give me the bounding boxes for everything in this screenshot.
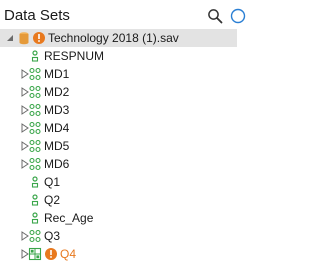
- variable-icon: [31, 50, 39, 62]
- multi-response-set-icon: [29, 103, 41, 117]
- warning-icon: [45, 248, 57, 260]
- warning-icon: [33, 32, 45, 44]
- dataset-name: Technology 2018 (1).sav: [48, 31, 179, 45]
- multi-response-set-icon: [29, 229, 41, 243]
- multi-response-set-icon: [29, 121, 41, 135]
- panel-title: Data Sets: [4, 7, 70, 24]
- multi-response-set-icon: [29, 85, 41, 99]
- tree-item-label: Q1: [44, 175, 61, 189]
- grid-set-icon: [28, 247, 42, 261]
- tree-item-label: MD3: [44, 103, 70, 117]
- tree-item-label: MD2: [44, 85, 70, 99]
- tree-root-dataset[interactable]: Technology 2018 (1).sav: [0, 29, 237, 47]
- tree-item-q4[interactable]: Q4: [0, 245, 237, 263]
- tree-item-label: RESPNUM: [44, 49, 105, 63]
- tree-item-label: Q4: [60, 247, 77, 261]
- tree-item-rec-age[interactable]: Rec_Age: [0, 209, 237, 227]
- tree-item-md3[interactable]: MD3: [0, 101, 237, 119]
- tree-item-label: MD5: [44, 139, 70, 153]
- multi-response-set-icon: [29, 67, 41, 81]
- tree-item-label: MD6: [44, 157, 70, 171]
- database-icon: [19, 32, 29, 45]
- tree-item-md2[interactable]: MD2: [0, 83, 237, 101]
- tree-item-q3[interactable]: Q3: [0, 227, 237, 245]
- multi-response-set-icon: [29, 157, 41, 171]
- search-icon[interactable]: [207, 8, 223, 24]
- tree-item-q1[interactable]: Q1: [0, 173, 237, 191]
- tree-item-md1[interactable]: MD1: [0, 65, 237, 83]
- tree-item-label: Q3: [44, 229, 61, 243]
- multi-response-set-icon: [29, 139, 41, 153]
- tree-item-q2[interactable]: Q2: [0, 191, 237, 209]
- tree-item-label: Q2: [44, 193, 61, 207]
- tree-item-label: MD1: [44, 67, 70, 81]
- panel-header: Data Sets: [0, 0, 246, 32]
- variable-icon: [31, 176, 39, 188]
- add-icon[interactable]: [230, 8, 246, 24]
- tree-item-md5[interactable]: MD5: [0, 137, 237, 155]
- tree-item-label: MD4: [44, 121, 70, 135]
- variable-icon: [31, 212, 39, 224]
- tree-item-md4[interactable]: MD4: [0, 119, 237, 137]
- tree-item-md6[interactable]: MD6: [0, 155, 237, 173]
- collapse-triangle-icon[interactable]: [5, 33, 15, 43]
- tree-item-label: Rec_Age: [44, 211, 94, 225]
- tree-item-respnum[interactable]: RESPNUM: [0, 47, 237, 65]
- variable-icon: [31, 194, 39, 206]
